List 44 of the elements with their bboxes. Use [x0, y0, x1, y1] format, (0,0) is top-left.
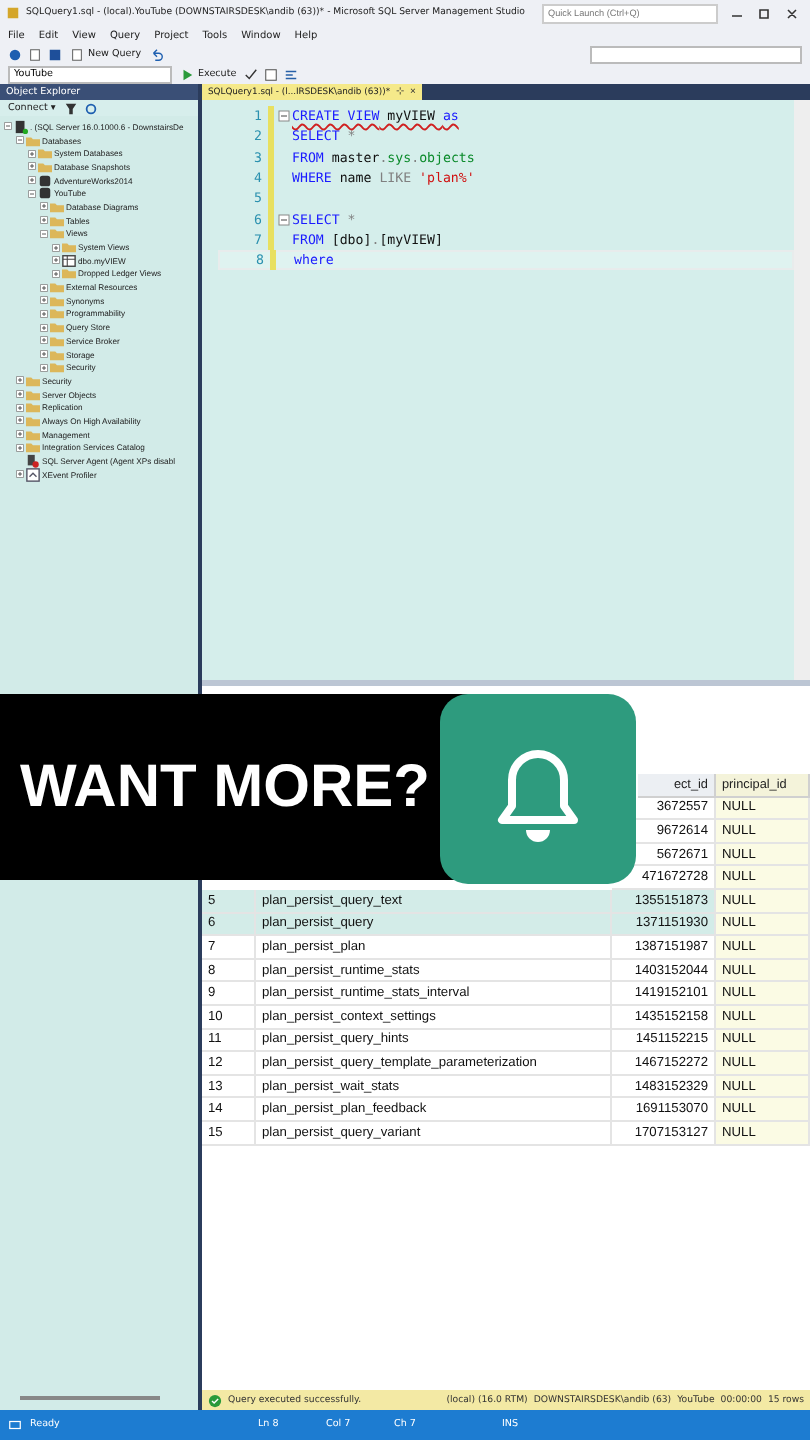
expand-icon[interactable] — [28, 149, 36, 158]
expand-icon[interactable] — [16, 443, 24, 452]
expand-icon[interactable] — [16, 390, 24, 399]
expand-icon[interactable] — [52, 243, 60, 252]
expand-icon[interactable] — [16, 470, 24, 479]
expand-icon[interactable] — [40, 350, 48, 359]
window-icon — [8, 1418, 22, 1432]
collapse-icon[interactable] — [278, 110, 290, 123]
expand-icon[interactable] — [52, 256, 60, 265]
scrollbar[interactable] — [794, 100, 810, 680]
expand-icon[interactable] — [16, 403, 24, 412]
undo-icon[interactable] — [149, 47, 164, 61]
new-file-icon[interactable] — [28, 47, 42, 61]
expand-icon[interactable] — [28, 162, 36, 171]
expand-icon[interactable] — [16, 376, 24, 385]
save-icon[interactable] — [48, 47, 62, 61]
agent-icon — [26, 454, 40, 469]
document-icon — [70, 47, 84, 61]
scrollbar[interactable] — [20, 1396, 160, 1400]
expand-icon[interactable] — [40, 202, 48, 211]
expand-icon[interactable] — [28, 176, 36, 185]
collapse-icon[interactable] — [40, 229, 48, 238]
profiler-icon — [26, 467, 40, 482]
expand-icon[interactable] — [40, 336, 48, 345]
bell-button[interactable] — [440, 694, 636, 884]
collapse-icon[interactable] — [278, 213, 290, 226]
expand-icon[interactable] — [40, 216, 48, 225]
expand-icon[interactable] — [52, 269, 60, 278]
expand-icon[interactable] — [40, 283, 48, 292]
expand-icon[interactable] — [16, 430, 24, 439]
expand-icon[interactable] — [40, 309, 48, 318]
success-icon — [208, 1393, 222, 1407]
server-icon — [14, 119, 28, 134]
refresh-icon[interactable] — [83, 101, 98, 115]
expand-icon[interactable] — [40, 323, 48, 332]
app-icon — [6, 6, 20, 20]
promo-text: WANT MORE? — [20, 753, 430, 821]
collapse-icon[interactable] — [4, 122, 12, 131]
collapse-icon[interactable] — [28, 189, 36, 198]
expand-icon[interactable] — [40, 363, 48, 372]
expand-icon[interactable] — [40, 296, 48, 305]
grid-icon — [62, 253, 76, 268]
expand-icon[interactable] — [16, 416, 24, 425]
collapse-icon[interactable] — [16, 136, 24, 145]
